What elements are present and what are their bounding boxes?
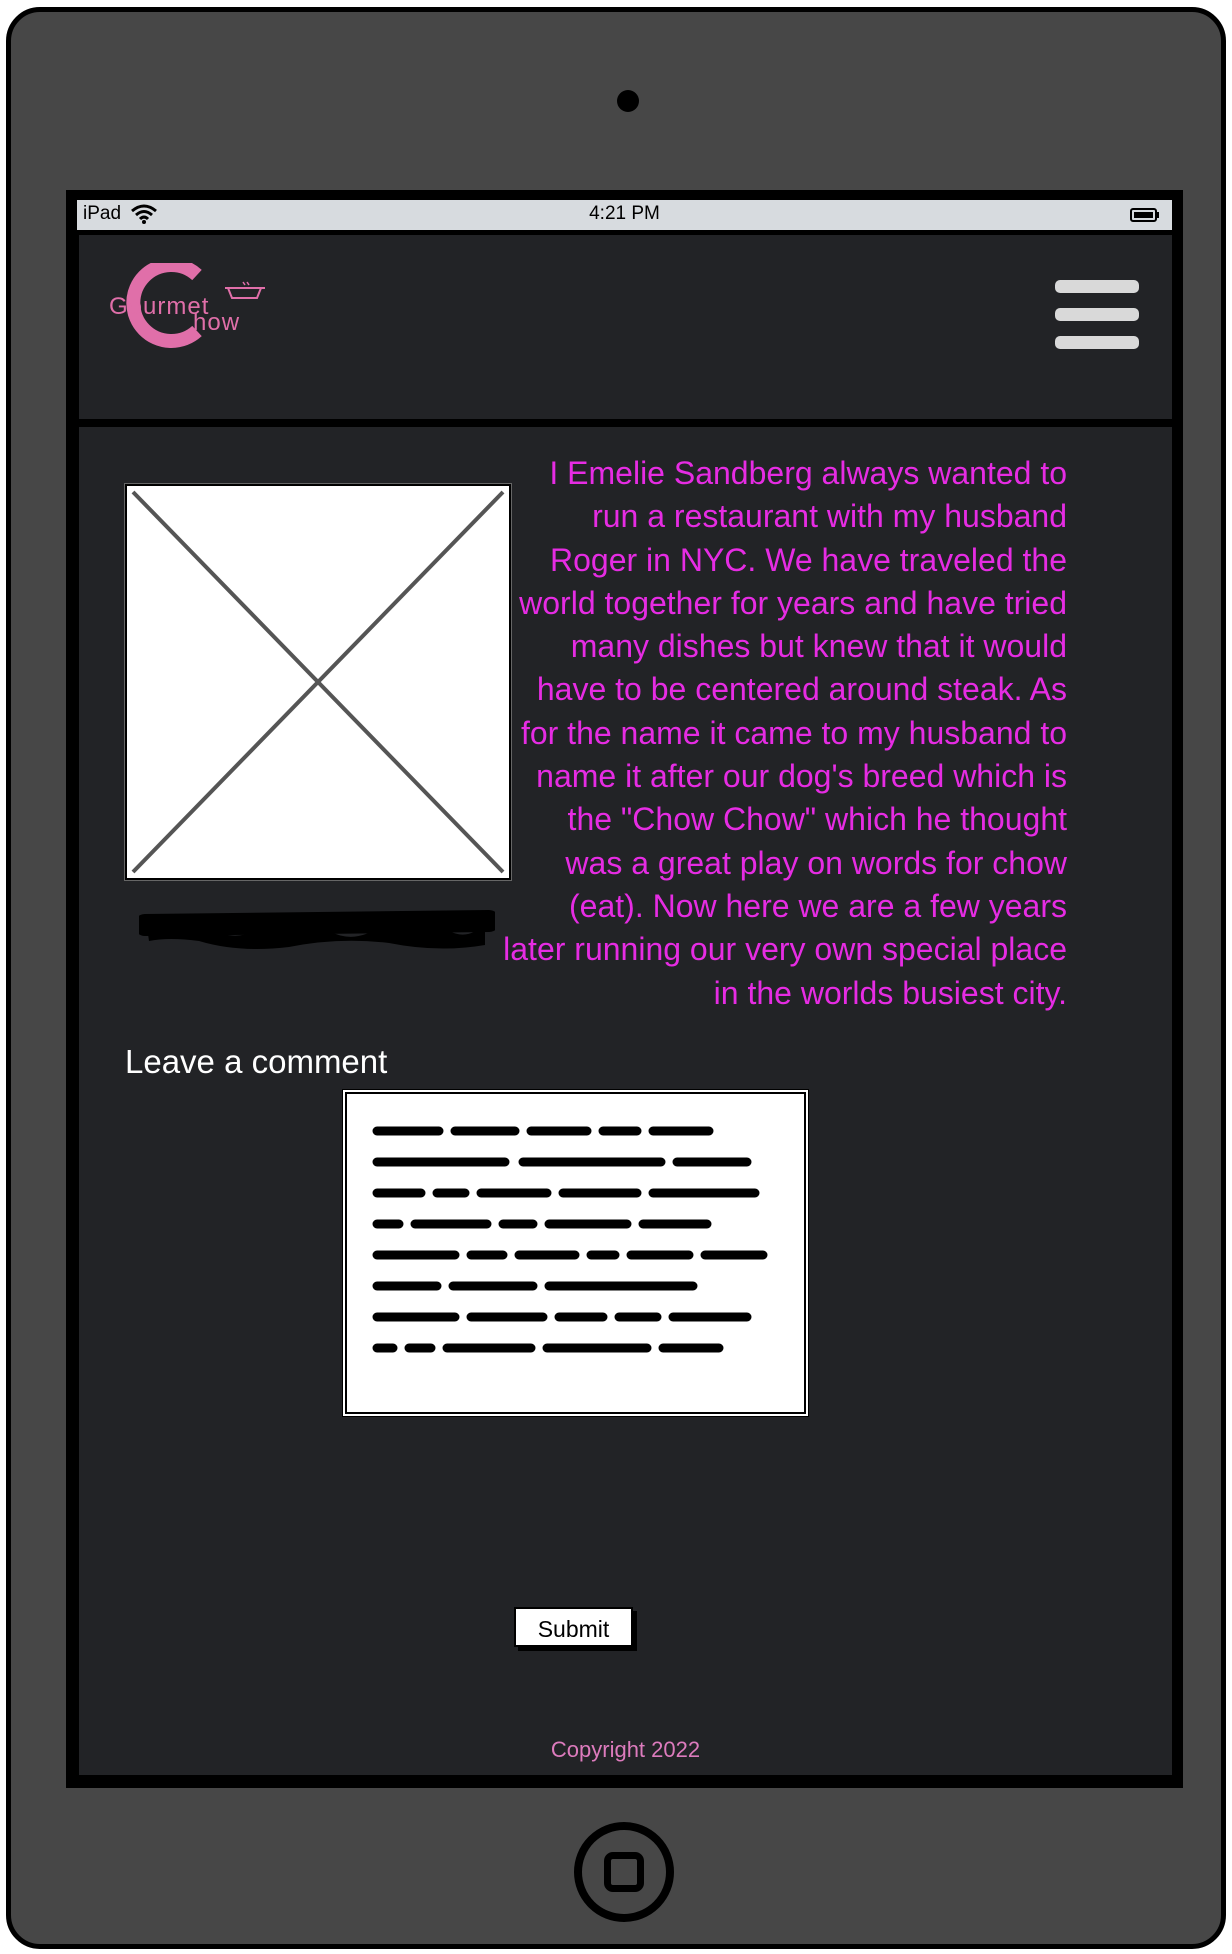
owner-bio: I Emelie Sandberg always wanted to run a… (503, 455, 1067, 1011)
image-caption-scribble (139, 910, 495, 949)
ipad-frame: iPad 4:21 PM Gourmet how I Emelie Sandbe… (6, 7, 1226, 1949)
comment-text-scribble (372, 1126, 768, 1353)
image-placeholder (125, 484, 511, 880)
screen: iPad 4:21 PM Gourmet how I Emelie Sandbe… (66, 190, 1183, 1788)
gourmet-chow-logo[interactable]: Gourmet how (107, 263, 277, 353)
comment-heading: Leave a comment (125, 1043, 388, 1080)
battery-icon (1130, 208, 1159, 222)
submit-button[interactable]: Submit (514, 1607, 633, 1647)
home-square-icon (604, 1852, 644, 1892)
about-section: I Emelie Sandberg always wanted to run a… (79, 427, 1172, 1775)
comment-textarea[interactable] (345, 1092, 806, 1414)
copyright-text: Copyright 2022 (550, 1737, 701, 1762)
image-placeholder-icon (131, 490, 505, 874)
status-bar: iPad 4:21 PM (77, 200, 1172, 230)
logo-word-chow: how (193, 309, 241, 336)
hamburger-menu-icon[interactable] (1055, 280, 1139, 352)
camera (617, 90, 639, 112)
site-header: Gourmet how (79, 235, 1172, 419)
clock: 4:21 PM (589, 203, 660, 224)
home-button[interactable] (574, 1822, 674, 1922)
